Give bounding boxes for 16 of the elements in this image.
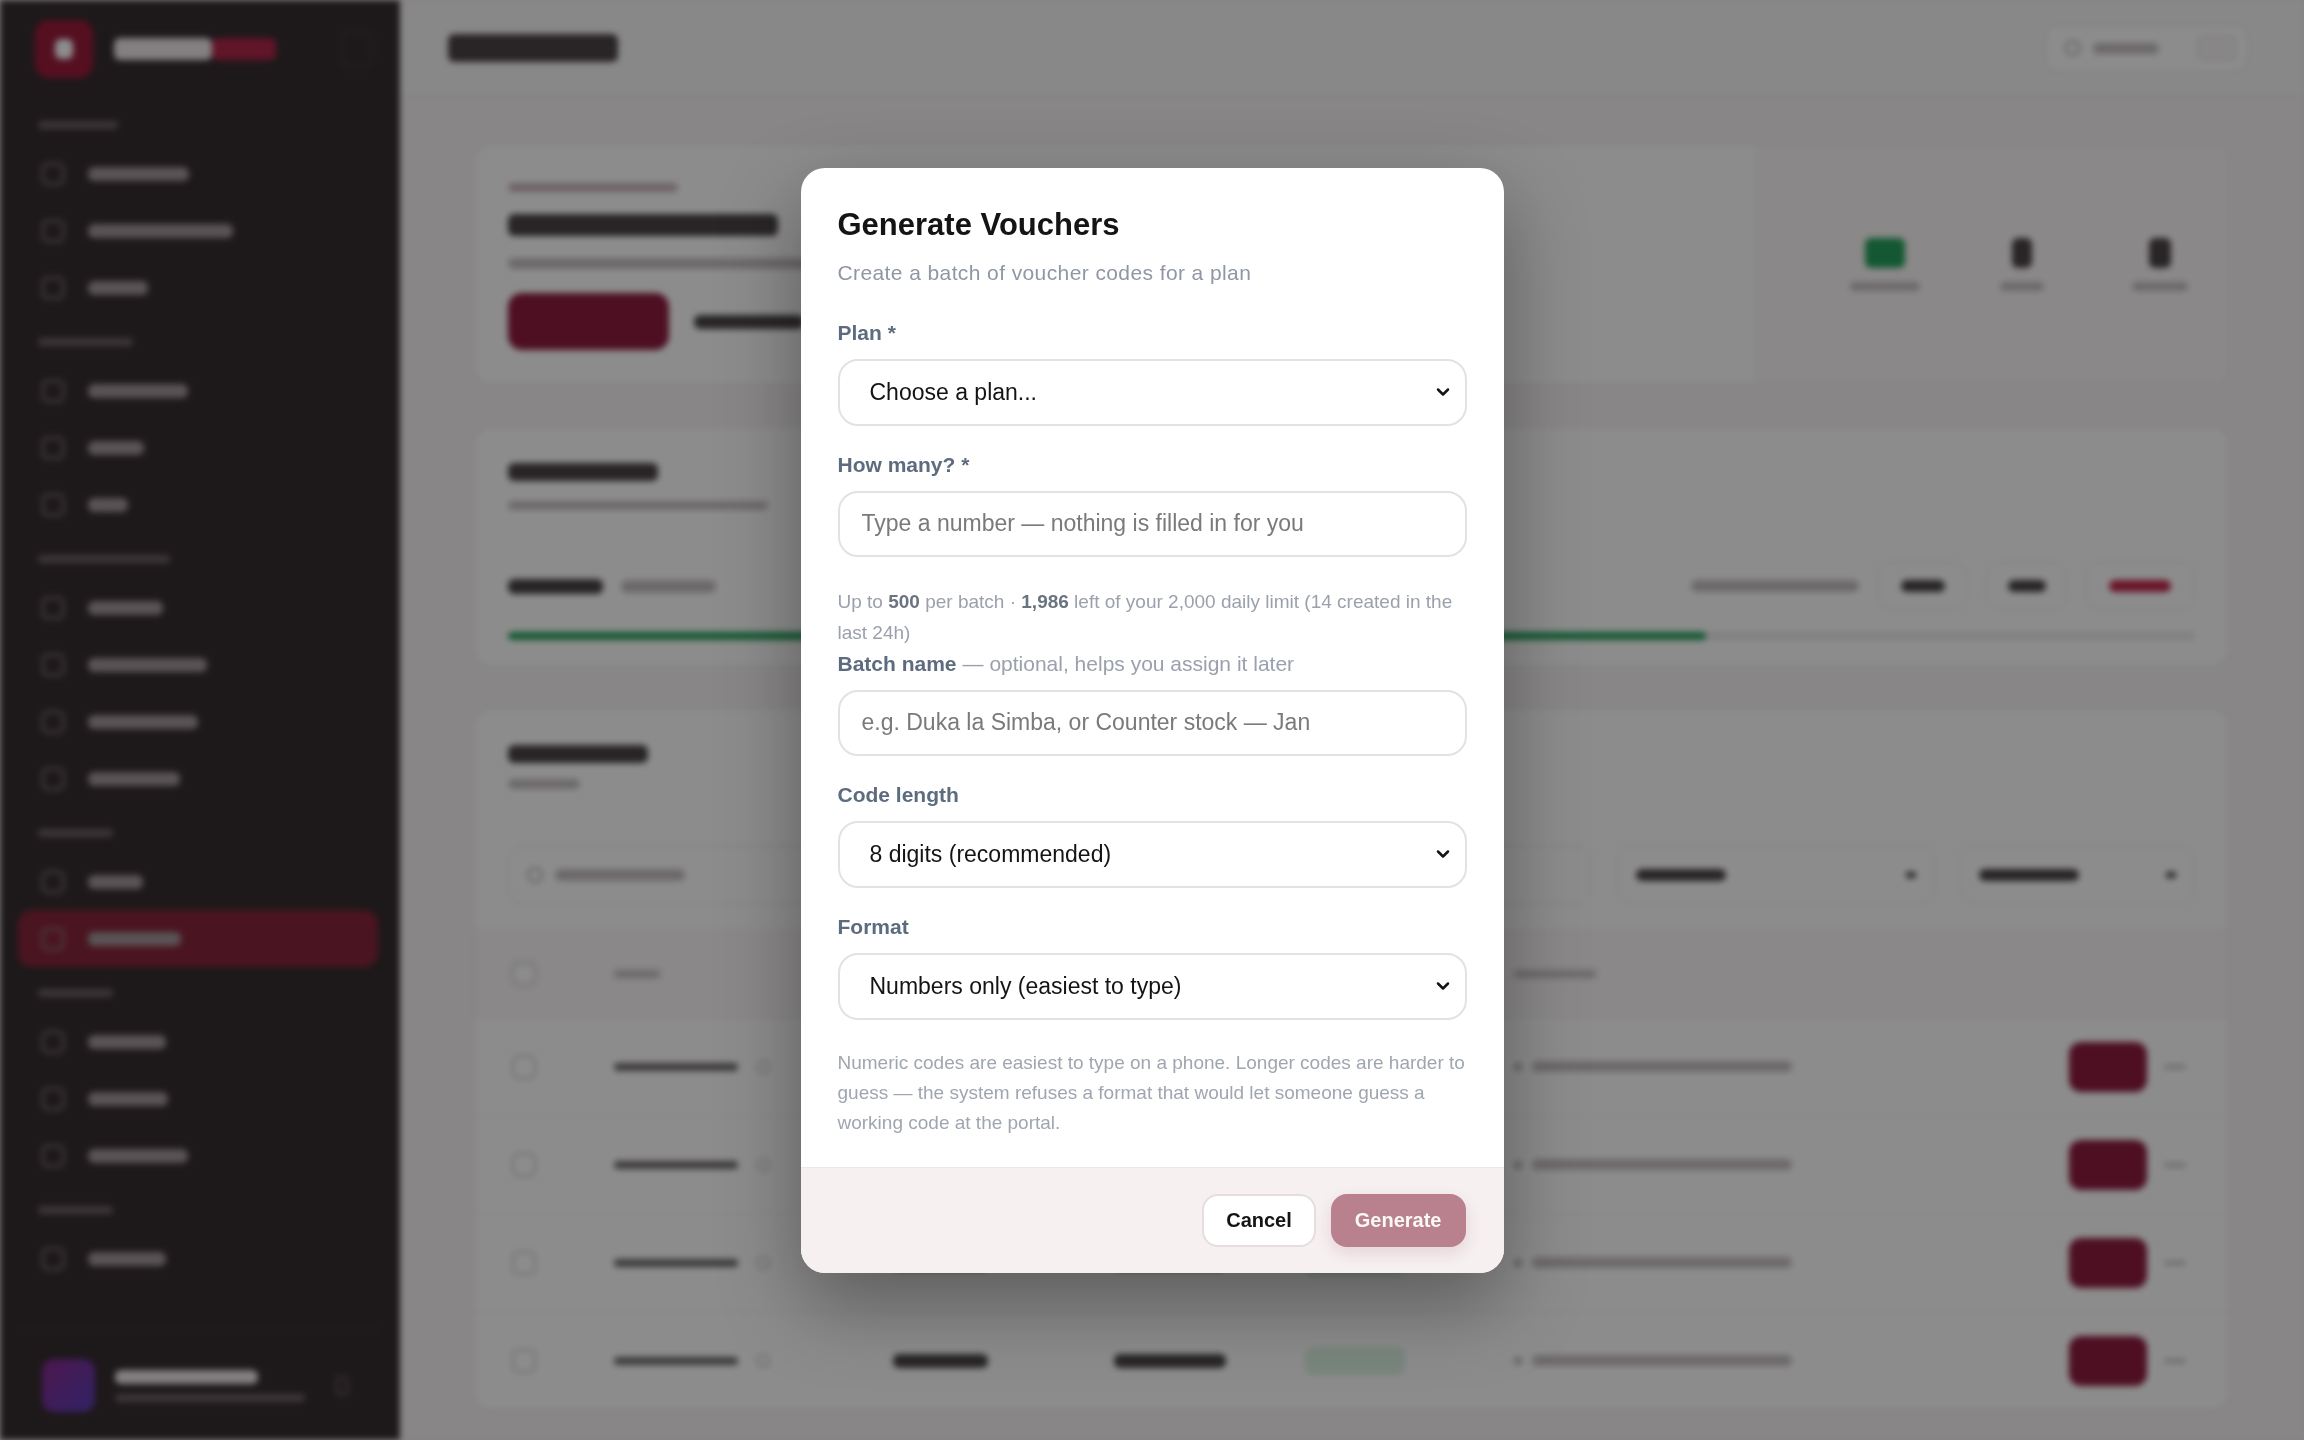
field-label: Plan *	[837, 319, 896, 346]
dialog-subtitle: Create a batch of voucher codes for a plan	[837, 259, 1253, 286]
input-field[interactable]: e.g. Duka la Simba, or Counter stock — Jan	[837, 689, 1467, 756]
dialog-title: Generate Vouchers	[837, 205, 1121, 244]
field-label: Batch name	[837, 650, 957, 677]
cancel-button[interactable]: Cancel	[1202, 1193, 1316, 1247]
dropdown-field[interactable]: 8 digits (recommended)	[837, 820, 1467, 888]
field-label: Format	[837, 913, 909, 940]
field-label: How many? *	[837, 451, 970, 478]
dropdown-field[interactable]: Numbers only (easiest to type)	[837, 952, 1467, 1020]
input-field[interactable]: Type a number — nothing is filled in for you	[837, 490, 1467, 557]
field-label: Code length	[837, 781, 959, 808]
dropdown-field[interactable]: Choose a plan...	[837, 358, 1467, 426]
field-note: — optional, helps you assign it later	[962, 650, 1295, 677]
field-hint: Up to 500 per batch · 1,986 left of your 2,000 daily limit (14 created in the last 24h)	[837, 589, 1454, 645]
help-text: Numeric codes are easiest to type on a phone. Longer codes are harder to guess — the system refuses a format that would let someone guess a working code at the portal.	[837, 1050, 1466, 1135]
